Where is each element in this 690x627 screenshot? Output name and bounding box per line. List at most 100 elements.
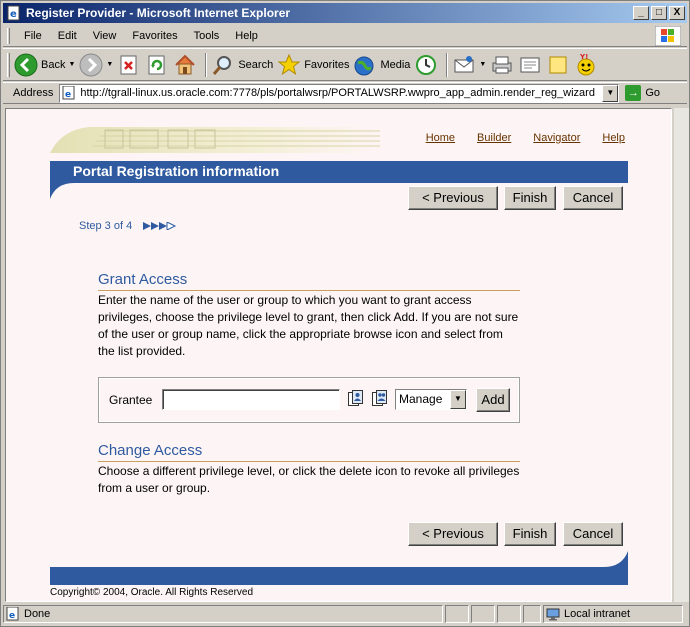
privilege-selected: Manage: [399, 392, 443, 406]
builder-link[interactable]: Builder: [477, 132, 511, 144]
mail-icon: [454, 55, 474, 72]
cancel-button-bottom[interactable]: Cancel: [563, 522, 623, 546]
forward-arrow-icon: [79, 53, 103, 76]
grant-access-rule: [98, 290, 520, 291]
back-button[interactable]: Back ▼: [14, 53, 75, 77]
forward-button[interactable]: ▼: [79, 53, 113, 77]
print-button[interactable]: [490, 53, 514, 77]
refresh-button[interactable]: [145, 53, 169, 77]
footer-banner: [50, 567, 628, 585]
stop-button[interactable]: [117, 53, 141, 77]
svg-text:e: e: [10, 9, 17, 20]
status-pane: [471, 605, 495, 623]
status-pane: [445, 605, 469, 623]
ie-status-icon: e: [6, 607, 19, 621]
page-icon: e: [62, 86, 75, 100]
close-button[interactable]: X: [669, 6, 685, 20]
browse-groups-icon[interactable]: [372, 390, 387, 407]
window-title: Register Provider - Microsoft Internet E…: [26, 6, 291, 20]
home-link[interactable]: Home: [426, 132, 455, 144]
history-button[interactable]: [414, 53, 438, 77]
menu-view[interactable]: View: [85, 30, 125, 42]
address-url[interactable]: http://tgrall-linux.us.oracle.com:7778/p…: [80, 87, 595, 99]
search-icon: [213, 55, 232, 75]
oracle-portal-logo: [50, 127, 380, 153]
address-input[interactable]: e http://tgrall-linux.us.oracle.com:7778…: [59, 83, 620, 103]
previous-button-top[interactable]: < Previous: [408, 186, 498, 210]
messenger-button[interactable]: Y!: [574, 53, 598, 77]
menu-tools[interactable]: Tools: [186, 30, 228, 42]
forward-dropdown-icon[interactable]: ▼: [106, 61, 113, 68]
menu-favorites[interactable]: Favorites: [124, 30, 185, 42]
toolbar-separator: [205, 52, 208, 77]
menu-grip: [7, 27, 10, 44]
browser-window: e Register Provider - Microsoft Internet…: [0, 0, 690, 627]
status-text: Done: [24, 608, 51, 620]
minimize-button[interactable]: _: [633, 6, 649, 20]
browse-users-icon[interactable]: [348, 390, 363, 407]
go-button[interactable]: → Go: [625, 85, 660, 101]
toolbar-separator: [446, 52, 449, 77]
back-label: Back: [41, 58, 66, 71]
mail-button[interactable]: ▼: [452, 53, 486, 77]
finish-button-bottom[interactable]: Finish: [504, 522, 556, 546]
maximize-button[interactable]: □: [651, 6, 667, 20]
svg-text:e: e: [9, 611, 15, 621]
finish-button-top[interactable]: Finish: [504, 186, 556, 210]
edit-document-icon: [520, 57, 540, 72]
help-link[interactable]: Help: [602, 132, 625, 144]
grant-access-text: Enter the name of the user or group to w…: [98, 293, 519, 358]
messenger-icon: Y!: [577, 53, 595, 75]
menu-bar: File Edit View Favorites Tools Help: [3, 25, 687, 47]
navigator-link[interactable]: Navigator: [533, 132, 580, 144]
standard-toolbar: Back ▼ ▼ Search Favorites Media ▼ Y!: [3, 48, 687, 81]
security-zone: Local intranet: [543, 605, 683, 623]
vertical-scrollbar[interactable]: [673, 108, 689, 602]
edit-button[interactable]: [518, 53, 542, 77]
add-button[interactable]: Add: [476, 388, 510, 412]
menu-edit[interactable]: Edit: [50, 30, 85, 42]
chevron-down-icon[interactable]: ▼: [450, 390, 466, 409]
page-title: Portal Registration information: [73, 163, 280, 179]
menu-file[interactable]: File: [16, 30, 50, 42]
privilege-select[interactable]: Manage ▼: [395, 389, 467, 410]
grantee-form: Grantee Manage ▼ Add: [98, 377, 520, 423]
zone-text: Local intranet: [564, 608, 631, 620]
status-pane: [497, 605, 521, 623]
media-button[interactable]: Media: [353, 53, 410, 77]
menu-help[interactable]: Help: [227, 30, 266, 42]
mail-dropdown-icon[interactable]: ▼: [479, 61, 486, 68]
title-bar: e Register Provider - Microsoft Internet…: [3, 3, 687, 23]
stop-icon: [120, 55, 137, 74]
footer-curve: [604, 551, 628, 567]
address-dropdown-icon[interactable]: ▼: [602, 84, 619, 102]
print-icon: [492, 56, 512, 73]
home-button[interactable]: [173, 53, 197, 77]
previous-button-bottom[interactable]: < Previous: [408, 522, 498, 546]
favorites-button[interactable]: Favorites: [277, 53, 349, 77]
note-icon: [549, 56, 567, 73]
toolbar-grip: [7, 52, 10, 77]
go-label: Go: [645, 87, 661, 99]
svg-text:e: e: [65, 90, 71, 100]
discuss-button[interactable]: [546, 53, 570, 77]
svg-text:Y!: Y!: [579, 53, 588, 61]
refresh-icon: [148, 55, 165, 74]
grant-access-title: Grant Access: [98, 271, 188, 288]
back-dropdown-icon[interactable]: ▼: [68, 61, 75, 68]
favorites-star-icon: [277, 53, 301, 75]
home-icon: [175, 54, 196, 74]
banner-curve: [50, 183, 74, 199]
status-bar: e Done Local intranet: [3, 604, 687, 624]
go-arrow-icon: →: [625, 85, 642, 101]
status-pane: [523, 605, 541, 623]
grantee-input[interactable]: [162, 389, 340, 410]
back-arrow-icon: [14, 53, 38, 76]
media-label: Media: [380, 58, 411, 71]
intranet-zone-icon: [546, 608, 560, 621]
search-label: Search: [238, 58, 274, 71]
step-progress-icon: [143, 222, 177, 230]
search-button[interactable]: Search: [211, 53, 273, 77]
windows-logo-icon: [655, 26, 681, 46]
cancel-button-top[interactable]: Cancel: [563, 186, 623, 210]
